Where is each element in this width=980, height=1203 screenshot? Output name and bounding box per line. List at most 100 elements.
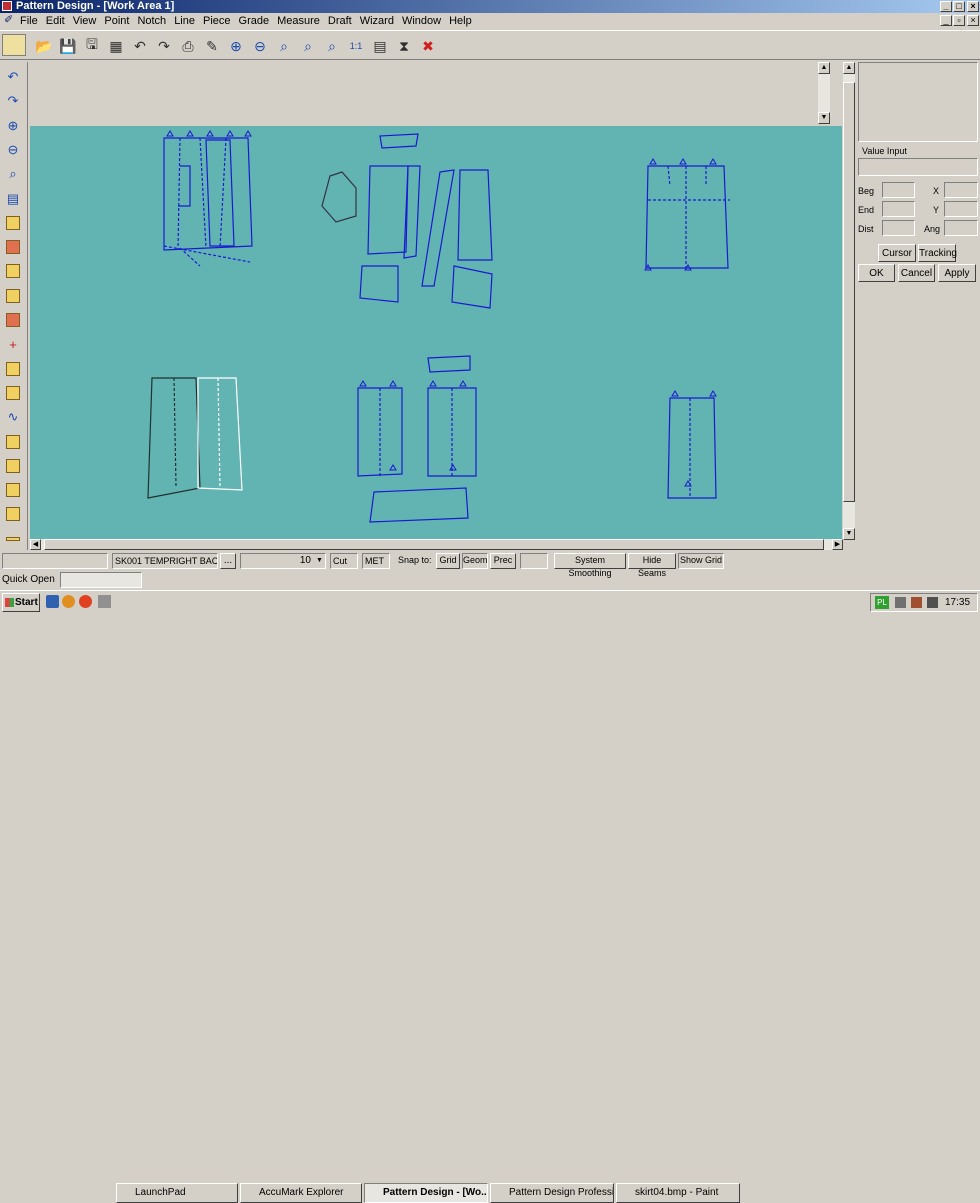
snap-grid-button[interactable]: Grid (436, 553, 460, 569)
snap-geom-button[interactable]: Geom (462, 553, 488, 569)
menu-edit[interactable]: Edit (46, 13, 65, 29)
firefox-icon[interactable] (62, 595, 75, 608)
apply-button[interactable]: Apply (938, 264, 976, 282)
piece-stack-icon[interactable] (2, 212, 24, 234)
network-icon[interactable] (895, 597, 906, 608)
separator-icon[interactable] (2, 528, 24, 550)
task-pattern-design[interactable]: Pattern Design - [Wo... (364, 1183, 488, 1203)
beg-field[interactable] (882, 182, 915, 198)
desktop-icon[interactable] (46, 595, 59, 608)
dist-field[interactable] (882, 220, 915, 236)
zoom-area-icon[interactable]: ⌕ (273, 35, 295, 57)
menu-measure[interactable]: Measure (277, 13, 320, 29)
work-area-canvas[interactable] (30, 126, 842, 539)
menu-view[interactable]: View (73, 13, 97, 29)
zoom-area-icon[interactable]: ⌕ (2, 163, 24, 185)
size-select[interactable]: 10 (240, 553, 326, 569)
hourglass-icon[interactable] (2, 260, 24, 282)
mdi-restore-button[interactable]: ▫ (953, 15, 965, 26)
ang-field[interactable] (944, 220, 978, 236)
close-button[interactable]: × (967, 1, 979, 12)
notch-icon[interactable] (2, 431, 24, 453)
y-field[interactable] (944, 201, 978, 217)
end-field[interactable] (882, 201, 915, 217)
piece-browse-button[interactable]: ... (220, 553, 236, 569)
add-point-icon[interactable] (2, 503, 24, 525)
tray-app-icon[interactable] (911, 597, 922, 608)
menu-file[interactable]: File (20, 13, 38, 29)
zoom-out-icon[interactable]: ⊖ (249, 35, 271, 57)
menu-notch[interactable]: Notch (137, 13, 166, 29)
move-piece-icon[interactable] (2, 382, 24, 404)
delete-piece-icon[interactable] (2, 236, 24, 258)
zoom-out-icon[interactable]: ⊖ (2, 139, 24, 161)
task-accumark-explorer[interactable]: AccuMark Explorer (240, 1183, 362, 1203)
print-icon[interactable]: ⎙ (177, 35, 199, 57)
tracking-button[interactable]: Tracking (918, 244, 957, 262)
value-input-title: Value Input (862, 146, 907, 156)
mdi-minimize-button[interactable]: _ (940, 15, 952, 26)
menu-line[interactable]: Line (174, 13, 195, 29)
task-launchpad[interactable]: LaunchPad (116, 1183, 238, 1203)
menu-point[interactable]: Point (104, 13, 129, 29)
save-all-icon[interactable]: 🖫 (81, 35, 103, 57)
mdi-close-button[interactable]: × (967, 15, 979, 26)
add-notch-icon[interactable] (2, 455, 24, 477)
zoom-in-icon[interactable]: ⊕ (2, 115, 24, 137)
zoom-in-icon[interactable]: ⊕ (225, 35, 247, 57)
language-badge[interactable]: PL (875, 596, 889, 609)
quick-open-input[interactable] (60, 572, 142, 588)
redo-icon[interactable]: ↷ (2, 90, 24, 112)
curve-icon[interactable]: ∿ (2, 406, 24, 428)
notes-icon[interactable]: ▤ (2, 188, 24, 210)
zoom-full-icon[interactable]: ⌕ (321, 35, 343, 57)
pattern-icon[interactable] (2, 34, 26, 56)
save-icon[interactable]: 💾 (57, 35, 79, 57)
volume-icon[interactable] (927, 597, 938, 608)
piece-name-field[interactable]: SK001 TEMPRIGHT BACK (112, 553, 218, 569)
cancel-button[interactable]: Cancel (898, 264, 935, 282)
mirror-icon[interactable] (2, 479, 24, 501)
move-point-icon[interactable] (2, 358, 24, 380)
menu-grade[interactable]: Grade (239, 13, 270, 29)
notes-icon[interactable]: ▤ (369, 35, 391, 57)
minimize-button[interactable]: _ (940, 1, 952, 12)
cut-line-icon[interactable] (2, 285, 24, 307)
undo-icon[interactable]: ↶ (2, 66, 24, 88)
cursor-button[interactable]: Cursor (878, 244, 916, 262)
snap-value-field[interactable] (520, 553, 548, 569)
menu-piece[interactable]: Piece (203, 13, 231, 29)
value-input-field[interactable] (858, 158, 978, 176)
zoom-piece-icon[interactable]: ⌕ (297, 35, 319, 57)
plot-icon[interactable]: ✎ (201, 35, 223, 57)
ok-button[interactable]: OK (858, 264, 895, 282)
snap-prec-button[interactable]: Prec (490, 553, 516, 569)
browser-icon[interactable] (79, 595, 92, 608)
menu-help[interactable]: Help (449, 13, 472, 29)
menu-window[interactable]: Window (402, 13, 441, 29)
vertical-scrollbar[interactable]: ▲ ▼ (843, 62, 855, 540)
grid-save-icon[interactable]: ▦ (105, 35, 127, 57)
task-paint[interactable]: skirt04.bmp - Paint (616, 1183, 740, 1203)
piece-delete-icon[interactable] (2, 309, 24, 331)
show-grid-button[interactable]: Show Grid (678, 553, 724, 569)
horizontal-scrollbar[interactable]: ◀ ▶ (30, 539, 843, 550)
full-scale-icon[interactable]: 1:1 (345, 35, 367, 57)
menu-wizard[interactable]: Wizard (360, 13, 394, 29)
hide-seams-button[interactable]: Hide Seams (628, 553, 676, 578)
redo-icon[interactable]: ↷ (153, 35, 175, 57)
folder-icon[interactable]: 📂 (33, 35, 55, 57)
start-button[interactable]: Start (2, 593, 40, 612)
hourglass-icon[interactable]: ⧗ (393, 35, 415, 57)
thumb-scrollbar[interactable]: ▲ ▼ (818, 62, 830, 124)
crosshair-icon[interactable]: + (2, 333, 24, 355)
menu-draft[interactable]: Draft (328, 13, 352, 29)
maximize-button[interactable]: □ (953, 1, 965, 12)
left-toolbar: ↶ ↷ ⊕ ⊖ ⌕ ▤ + ∿ (0, 62, 28, 550)
system-smoothing-button[interactable]: System Smoothing (554, 553, 626, 578)
quicklaunch-icon[interactable] (98, 595, 111, 608)
delete-icon[interactable]: ✖ (417, 35, 439, 57)
undo-icon[interactable]: ↶ (129, 35, 151, 57)
task-pattern-design-professional[interactable]: Pattern Design Profession... (490, 1183, 614, 1203)
x-field[interactable] (944, 182, 978, 198)
